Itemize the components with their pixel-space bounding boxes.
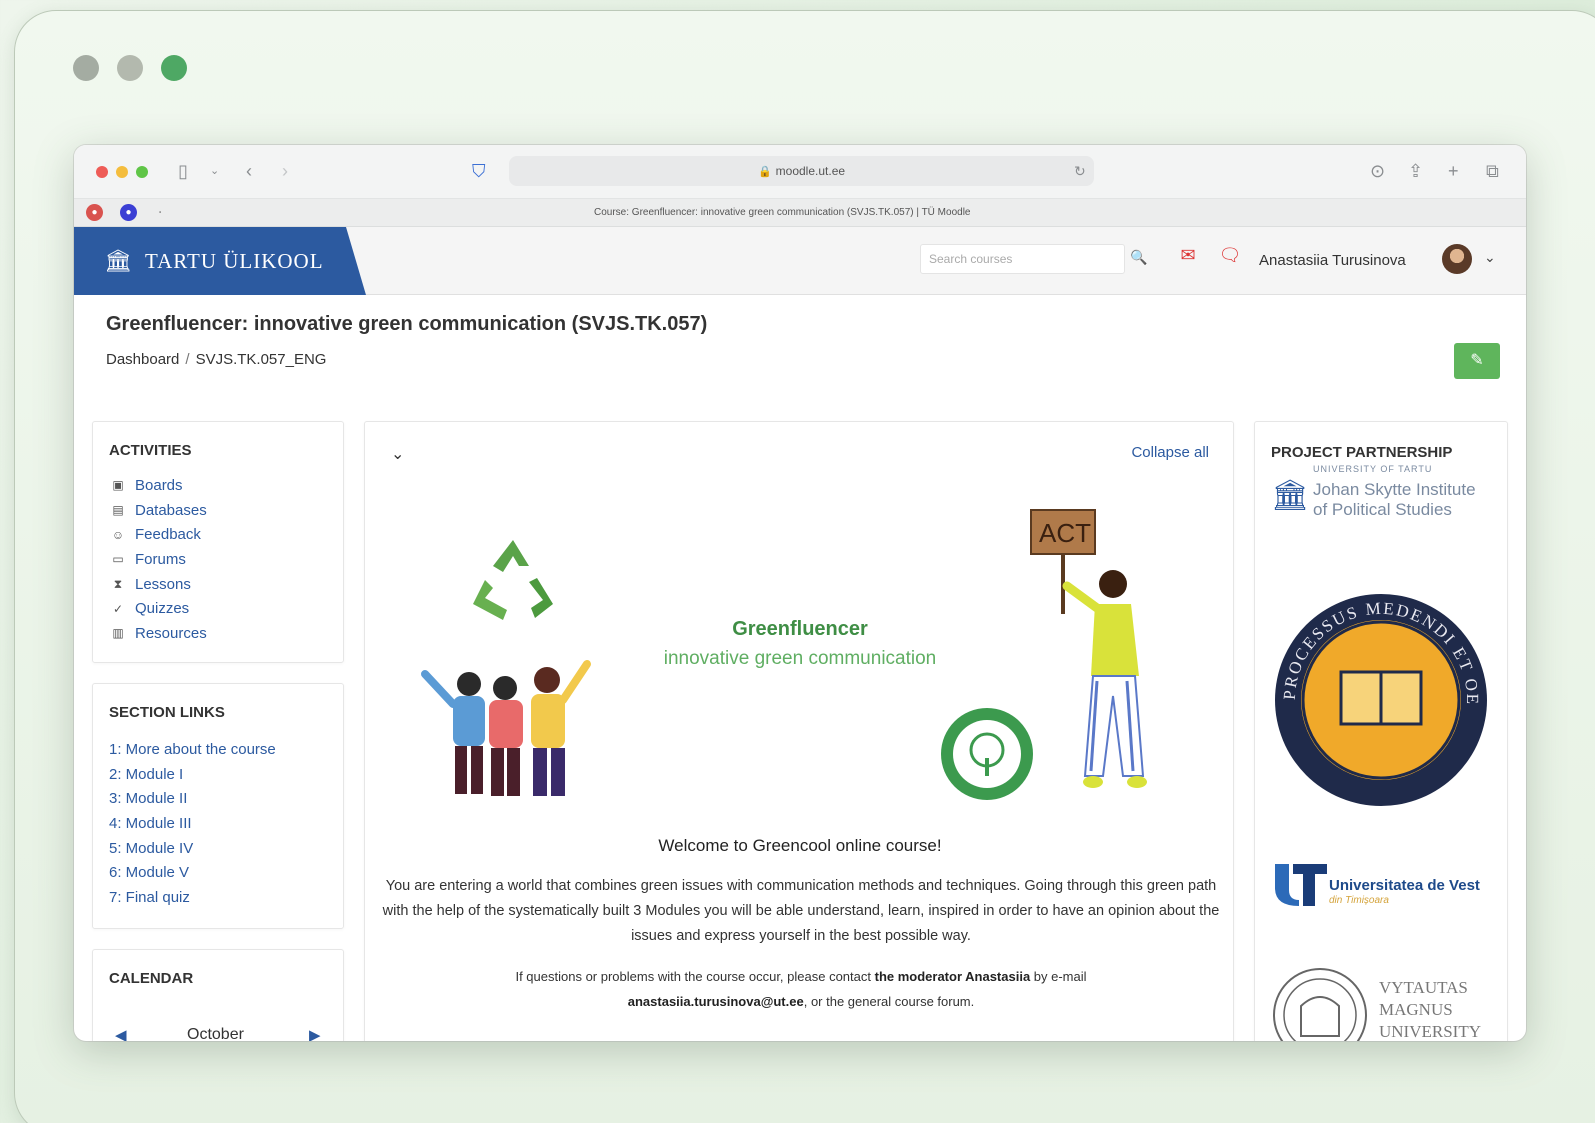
activity-link-feedback[interactable]: ☺ Feedback [109, 522, 327, 547]
section-link[interactable]: 5: Module IV [109, 836, 327, 861]
calendar-prev-icon[interactable]: ◀ [115, 1026, 127, 1041]
friends-illustration [421, 660, 591, 796]
section-links-block: SECTION LINKS 1: More about the course 2… [92, 683, 344, 929]
moderator-name: the moderator Anastasiia [874, 969, 1031, 984]
reload-icon[interactable]: ↻ [1074, 159, 1086, 183]
activities-block: ACTIVITIES ▣ Boards ▤ Databases ☺ Feedback … [92, 421, 344, 663]
site-header: 🏛 TARTU ÜLIKOOL 🔍 ✉ 🗨 Anastasiia Turusin… [74, 227, 1526, 295]
zoom-button[interactable] [136, 166, 148, 178]
calendar-month: October [187, 1026, 244, 1041]
activity-link-quizzes[interactable]: ✓ Quizzes [109, 596, 327, 621]
brand-logo[interactable]: 🏛 TARTU ÜLIKOOL [74, 227, 366, 295]
activity-link-databases[interactable]: ▤ Databases [109, 498, 327, 523]
section-link[interactable]: 7: Final quiz [109, 885, 327, 910]
breadcrumb: Dashboard / SVJS.TK.057_ENG [106, 351, 327, 368]
pinned-tab-icon[interactable]: ● [120, 204, 137, 221]
block-title: ACTIVITIES [109, 442, 192, 459]
activist-illustration: ACT [1030, 509, 1147, 788]
avatar[interactable] [1442, 244, 1472, 274]
new-tab-icon[interactable]: + [1448, 159, 1459, 183]
greencool-seal-logo [941, 708, 1033, 800]
block-title: CALENDAR [109, 970, 194, 987]
intro-paragraph: You are entering a world that combines g… [382, 878, 1220, 944]
shield-icon[interactable]: ⛉ [472, 159, 486, 183]
tab-dot-icon[interactable]: · [152, 204, 169, 221]
university-building-icon: 🏛 [104, 248, 133, 273]
close-button[interactable] [96, 166, 108, 178]
messages-icon[interactable]: 🗨 [1218, 245, 1242, 271]
svg-text:ACT: ACT [1039, 518, 1091, 548]
activity-link-forums[interactable]: ▭ Forums [109, 547, 327, 572]
breadcrumb-course[interactable]: SVJS.TK.057_ENG [196, 351, 327, 368]
contact-paragraph: If questions or problems with the course… [515, 969, 1087, 1009]
minimize-dot[interactable] [117, 55, 143, 81]
page-header: Greenfluencer: innovative green communic… [74, 295, 1526, 407]
block-title: PROJECT PARTNERSHIP [1271, 444, 1453, 461]
maximize-dot[interactable] [161, 55, 187, 81]
database-icon: ▤ [112, 503, 124, 518]
activity-link-resources[interactable]: ▥ Resources [109, 621, 327, 646]
browser-window: ▯ ⌄ ‹ › ⛉ 🔒 moodle.ut.ee ↻ ⊙ ⇪ + ⧉ ● ● · … [74, 145, 1526, 1041]
breadcrumb-dashboard[interactable]: Dashboard [106, 351, 179, 368]
welcome-heading: Welcome to Greencool online course! [658, 836, 942, 855]
calendar-next-icon[interactable]: ▶ [309, 1026, 321, 1041]
project-partnership-block: PROJECT PARTNERSHIP 🏛 University of Tart… [1254, 421, 1508, 1041]
university-building-icon: 🏛 [1271, 479, 1310, 512]
activity-link-boards[interactable]: ▣ Boards [109, 473, 327, 498]
feedback-icon: ☺ [111, 527, 125, 542]
search-input[interactable] [920, 244, 1125, 274]
page-title: Greenfluencer: innovative green communic… [106, 313, 708, 335]
quiz-icon: ✓ [112, 601, 124, 616]
chevron-down-icon[interactable]: ⌄ [391, 444, 404, 464]
section-link[interactable]: 1: More about the course [109, 737, 327, 762]
section-link[interactable]: 6: Module V [109, 860, 327, 885]
chevron-down-icon[interactable]: ⌄ [210, 159, 219, 183]
lesson-icon: ⧗ [113, 577, 123, 592]
uvt-logo-icon [1275, 864, 1327, 906]
tab-strip: ● ● · Course: Greenfluencer: innovative … [74, 199, 1526, 227]
address-bar[interactable]: 🔒 moodle.ut.ee [509, 156, 1094, 186]
resource-icon: ▥ [112, 626, 124, 641]
section-link[interactable]: 2: Module I [109, 762, 327, 787]
block-title: SECTION LINKS [109, 704, 225, 721]
sidebar-toggle-icon[interactable]: ▯ [178, 159, 188, 183]
edit-mode-button[interactable]: ✎ [1454, 343, 1500, 379]
downloads-icon[interactable]: ⊙ [1370, 159, 1385, 183]
user-name[interactable]: Anastasiia Turusinova [1259, 252, 1406, 269]
lock-icon: 🔒 [757, 166, 772, 178]
calendar-block: CALENDAR ◀ October ▶ [92, 949, 344, 1041]
forum-icon: ▭ [112, 552, 124, 567]
back-icon[interactable]: ‹ [246, 159, 252, 183]
notifications-icon[interactable]: ✉ [1176, 245, 1200, 271]
vmu-seal-logo [1273, 968, 1367, 1041]
chevron-down-icon[interactable]: ⌄ [1484, 249, 1496, 266]
pinned-tab-icon[interactable]: ● [86, 204, 103, 221]
share-icon[interactable]: ⇪ [1408, 159, 1423, 183]
section-link[interactable]: 3: Module II [109, 786, 327, 811]
partner-uvt-name: Universitatea de Vest [1329, 877, 1480, 894]
collapse-all-link[interactable]: Collapse all [1131, 444, 1209, 461]
partner-seal-logo: PROCESSUS MEDENDI ET OECONOMICA [1271, 590, 1487, 806]
boards-icon: ▣ [112, 478, 124, 493]
partner-university-tartu: University of Tartu [1313, 464, 1433, 474]
browser-toolbar: ▯ ⌄ ‹ › ⛉ 🔒 moodle.ut.ee ↻ ⊙ ⇪ + ⧉ [74, 145, 1526, 199]
url-text: moodle.ut.ee [775, 164, 846, 178]
partner-skytte-institute: Johan Skytte Institute of Political Stud… [1313, 480, 1476, 519]
minimize-button[interactable] [116, 166, 128, 178]
search-icon[interactable]: 🔍 [1130, 249, 1147, 266]
recycle-icon [473, 540, 553, 620]
partner-vmu-name: VYTAUTAS MAGNUS UNIVERSITY [1379, 978, 1481, 1041]
brand-name: TARTU ÜLIKOOL [144, 248, 324, 273]
activity-link-lessons[interactable]: ⧗ Lessons [109, 572, 327, 597]
outer-window-controls [73, 55, 187, 81]
active-tab-title[interactable]: Course: Greenfluencer: innovative green … [594, 207, 970, 218]
contact-email-link[interactable]: anastasiia.turusinova@ut.ee [628, 994, 804, 1009]
forward-icon[interactable]: › [282, 159, 288, 183]
section-link[interactable]: 4: Module III [109, 811, 327, 836]
close-dot[interactable] [73, 55, 99, 81]
course-content: ⌄ Collapse all Greenfluencer innovative … [364, 421, 1234, 1041]
partner-uvt-sub: din Timișoara [1329, 895, 1389, 906]
tab-overview-icon[interactable]: ⧉ [1486, 159, 1499, 183]
